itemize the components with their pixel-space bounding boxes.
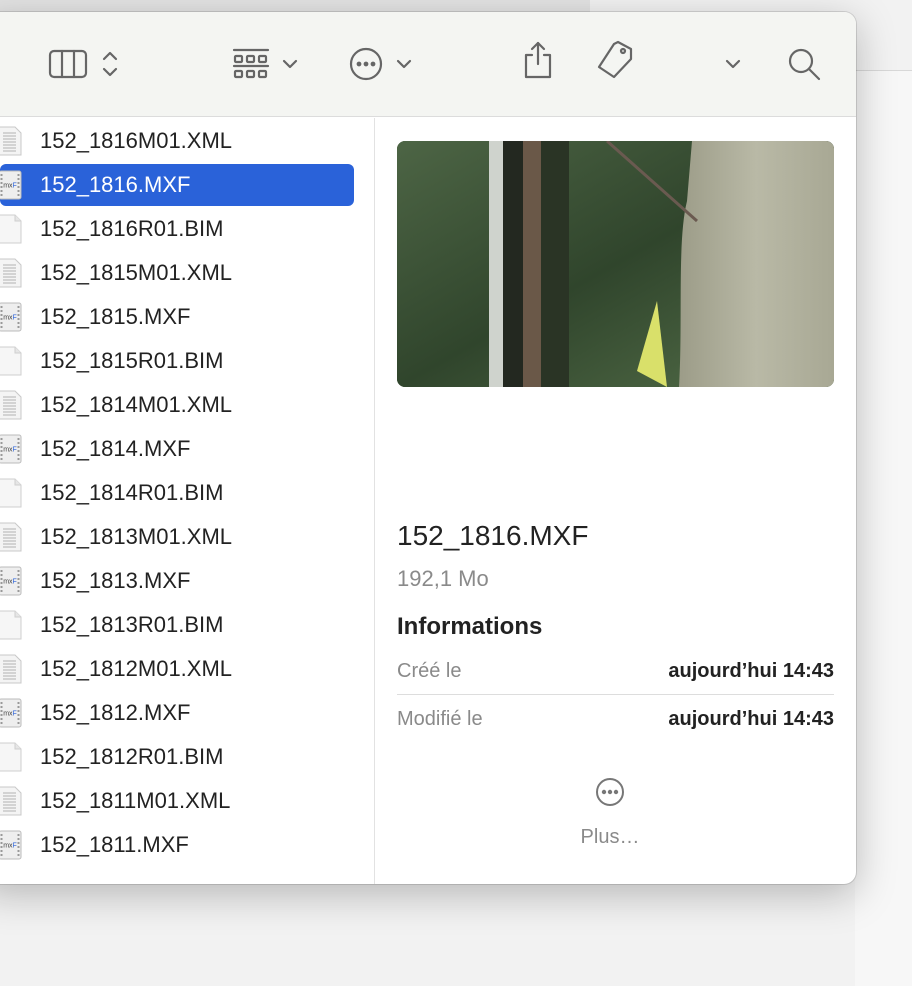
bim-file-icon (0, 214, 22, 244)
file-row-name: 152_1811.MXF (40, 832, 189, 857)
modified-label: Modifié le (397, 707, 483, 730)
created-row: Créé le aujourd’hui 14:43 (397, 649, 834, 695)
file-row[interactable]: mxF 152_1813.MXF (0, 560, 354, 602)
file-row[interactable]: 152_1816M01.XML (0, 120, 354, 162)
bim-file-icon (0, 742, 22, 772)
xml-file-icon (0, 258, 22, 288)
file-row-name: 152_1813.MXF (40, 568, 191, 593)
file-row-name: 152_1816.MXF (40, 172, 191, 197)
mxf-file-icon: mxF (0, 434, 22, 464)
file-row[interactable]: 152_1814R01.BIM (0, 472, 354, 514)
view-columns-button[interactable] (48, 46, 122, 82)
bim-file-icon (0, 610, 22, 640)
search-button[interactable] (786, 46, 822, 82)
file-row-name: 152_1813R01.BIM (40, 612, 224, 637)
preview-thumbnail (397, 141, 834, 387)
file-row[interactable]: mxF 152_1815.MXF (0, 296, 354, 338)
file-row-name: 152_1814.MXF (40, 436, 191, 461)
file-name: 152_1816.MXF (397, 520, 589, 551)
file-row-name: 152_1813M01.XML (40, 524, 233, 549)
svg-text:mxF: mxF (3, 579, 17, 586)
more-actions-button[interactable] (348, 46, 414, 82)
group-button[interactable] (232, 46, 300, 82)
file-row-name: 152_1816M01.XML (40, 128, 233, 153)
more-label: Plus… (580, 826, 640, 848)
more-button[interactable]: Plus… (565, 777, 655, 849)
finder-window: 152_1816M01.XML mxF 152_1816.MXF 152_1816R0… (0, 12, 856, 884)
created-label: Créé le (397, 660, 462, 682)
file-row[interactable]: mxF 152_1814.MXF (0, 428, 354, 470)
file-row[interactable]: 152_1812R01.BIM (0, 736, 354, 778)
background-window (0, 0, 590, 12)
file-row-name: 152_1815R01.BIM (40, 348, 224, 373)
xml-file-icon (0, 654, 22, 684)
xml-file-icon (0, 390, 22, 420)
search-icon (788, 48, 821, 81)
chevron-updown-icon (102, 51, 118, 77)
svg-text:mxF: mxF (3, 711, 17, 718)
file-row[interactable]: 152_1811M01.XML (0, 780, 354, 822)
ellipsis-circle-icon (596, 778, 624, 806)
svg-text:mxF: mxF (3, 315, 17, 322)
file-row-name: 152_1815.MXF (40, 304, 191, 329)
file-row-name: 152_1812.MXF (40, 700, 191, 725)
file-size: 192,1 Mo (397, 566, 489, 591)
file-row[interactable]: mxF 152_1811.MXF (0, 824, 354, 866)
file-row[interactable]: 152_1815R01.BIM (0, 340, 354, 382)
xml-file-icon (0, 126, 22, 156)
file-row-name: 152_1814M01.XML (40, 392, 233, 417)
modified-row: Modifié le aujourd’hui 14:43 (397, 696, 834, 742)
chevron-down-icon (282, 59, 298, 69)
created-value: aujourd’hui 14:43 (668, 660, 834, 682)
file-row[interactable]: 152_1813M01.XML (0, 516, 354, 558)
file-list: 152_1816M01.XML mxF 152_1816.MXF 152_1816R0… (0, 118, 375, 884)
xml-file-icon (0, 786, 22, 816)
svg-text:mxF: mxF (3, 843, 17, 850)
xml-file-icon (0, 522, 22, 552)
svg-text:mxF: mxF (3, 183, 17, 190)
svg-text:mxF: mxF (3, 447, 17, 454)
file-row[interactable]: 152_1815M01.XML (0, 252, 354, 294)
share-button[interactable] (521, 41, 555, 79)
mxf-file-icon: mxF (0, 830, 22, 860)
group-grid-icon (232, 48, 270, 79)
chevron-down-icon (396, 59, 412, 69)
file-row[interactable]: mxF 152_1812.MXF (0, 692, 354, 734)
file-row-name: 152_1814R01.BIM (40, 480, 224, 505)
ellipsis-circle-icon (349, 47, 383, 81)
mxf-file-icon: mxF (0, 566, 22, 596)
file-row-name: 152_1811M01.XML (40, 788, 231, 813)
mxf-file-icon: mxF (0, 302, 22, 332)
file-row-name: 152_1812R01.BIM (40, 744, 224, 769)
modified-value: aujourd’hui 14:43 (668, 707, 834, 730)
share-icon (524, 41, 552, 79)
bim-file-icon (0, 478, 22, 508)
file-row[interactable]: 152_1814M01.XML (0, 384, 354, 426)
tag-icon (597, 40, 633, 79)
file-row[interactable]: 152_1816R01.BIM (0, 208, 354, 250)
chevron-down-icon (725, 59, 741, 69)
file-row[interactable]: 152_1812M01.XML (0, 648, 354, 690)
file-row-name: 152_1816R01.BIM (40, 216, 224, 241)
file-row-name: 152_1815M01.XML (40, 260, 233, 285)
mxf-file-icon: mxF (0, 170, 22, 200)
video-frame-image (397, 141, 834, 387)
file-row[interactable]: mxF 152_1816.MXF (0, 164, 354, 206)
toolbar (0, 12, 856, 117)
tag-button[interactable] (594, 40, 636, 79)
background-window-edge (855, 70, 912, 986)
file-row[interactable]: 152_1813R01.BIM (0, 604, 354, 646)
info-heading: Informations (397, 613, 543, 640)
overflow-button[interactable] (723, 46, 743, 82)
file-row-name: 152_1812M01.XML (40, 656, 233, 681)
mxf-file-icon: mxF (0, 698, 22, 728)
bim-file-icon (0, 346, 22, 376)
columns-icon (48, 49, 88, 79)
